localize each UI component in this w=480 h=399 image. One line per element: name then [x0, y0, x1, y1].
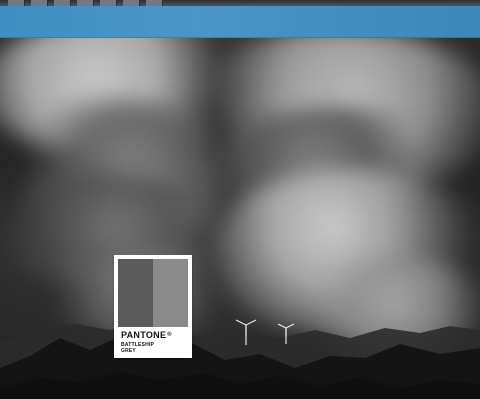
registered-mark: ®	[167, 332, 173, 338]
color-name-line2: GREY	[121, 348, 136, 354]
pantone-brand: PANTONE®	[121, 330, 187, 340]
header-bar	[0, 6, 480, 38]
mountain-landscape	[0, 319, 480, 399]
app-window: PANTONE® BATTLESHIP GREY	[0, 0, 480, 399]
swatch-dark	[118, 259, 153, 327]
background-photo	[0, 38, 480, 399]
pantone-card: PANTONE® BATTLESHIP GREY	[114, 255, 192, 358]
wind-turbine-blade	[245, 319, 257, 326]
wind-turbine-blade	[277, 323, 287, 329]
wind-turbine-blade	[285, 323, 295, 329]
wind-turbine-blade	[235, 319, 247, 326]
color-name: BATTLESHIP GREY	[121, 342, 187, 354]
swatch-light	[153, 259, 188, 327]
color-swatch	[118, 259, 188, 327]
pantone-text: PANTONE® BATTLESHIP GREY	[121, 330, 187, 354]
pantone-brand-text: PANTONE	[121, 330, 167, 340]
header-gradient	[0, 6, 480, 38]
